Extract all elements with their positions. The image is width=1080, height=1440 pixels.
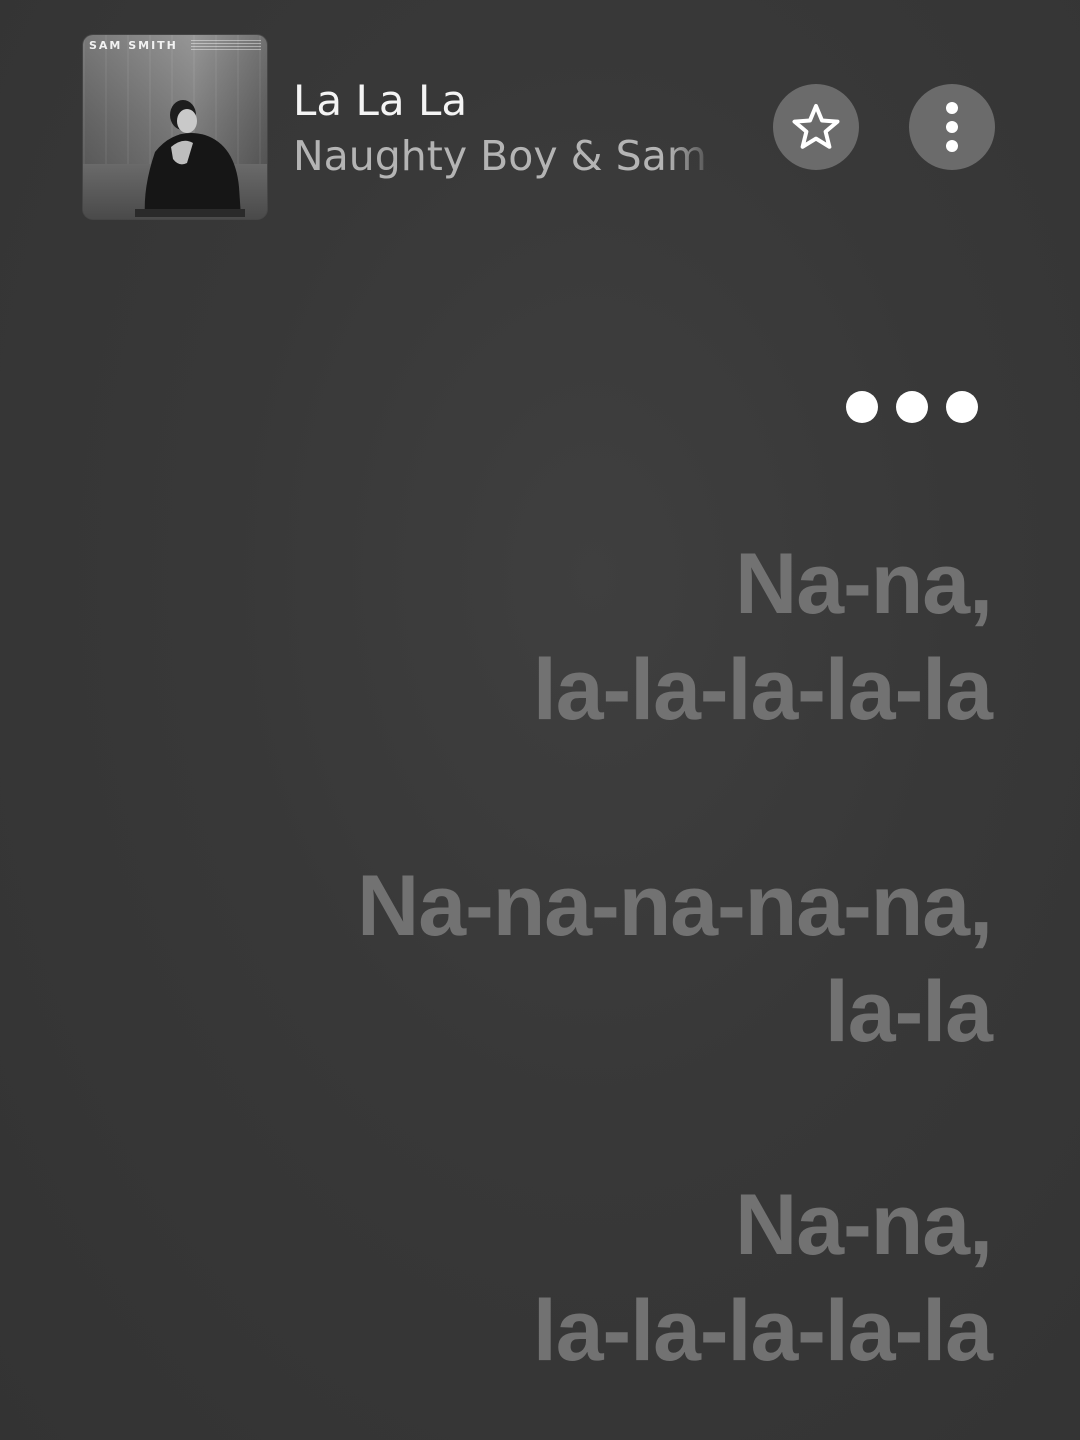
album-art-figure <box>135 100 245 217</box>
lyric-block[interactable]: Na-na, la-la-la-la-la <box>232 1172 993 1384</box>
lyric-line: Na-na, <box>735 536 993 632</box>
lyric-line: la-la <box>824 964 993 1060</box>
lyric-line: Na-na-na-na-na, <box>357 858 993 954</box>
album-art-fine-print <box>191 40 261 52</box>
album-artwork[interactable]: SAM SMITH <box>83 35 267 219</box>
favorite-button[interactable] <box>773 84 859 170</box>
now-playing-header: SAM SMITH La La La Naughty Boy & Sam Smi… <box>0 0 1080 240</box>
lyric-block[interactable]: Na-na, la-la-la-la-la <box>232 531 993 743</box>
vertical-ellipsis-icon <box>946 102 958 152</box>
lyric-line: la-la-la-la-la <box>532 1283 993 1379</box>
track-title: La La La <box>293 76 468 125</box>
lyric-line: la-la-la-la-la <box>532 642 993 738</box>
more-options-button[interactable] <box>909 84 995 170</box>
star-outline-icon <box>792 104 840 149</box>
lyrics-instrumental-indicator <box>846 391 978 423</box>
track-artist: Naughty Boy & Sam Smith <box>293 132 719 180</box>
album-art-artist-text: SAM SMITH <box>89 39 178 52</box>
lyric-line: Na-na, <box>735 1177 993 1273</box>
lyric-block[interactable]: Na-na-na-na-na, la-la <box>232 853 993 1065</box>
